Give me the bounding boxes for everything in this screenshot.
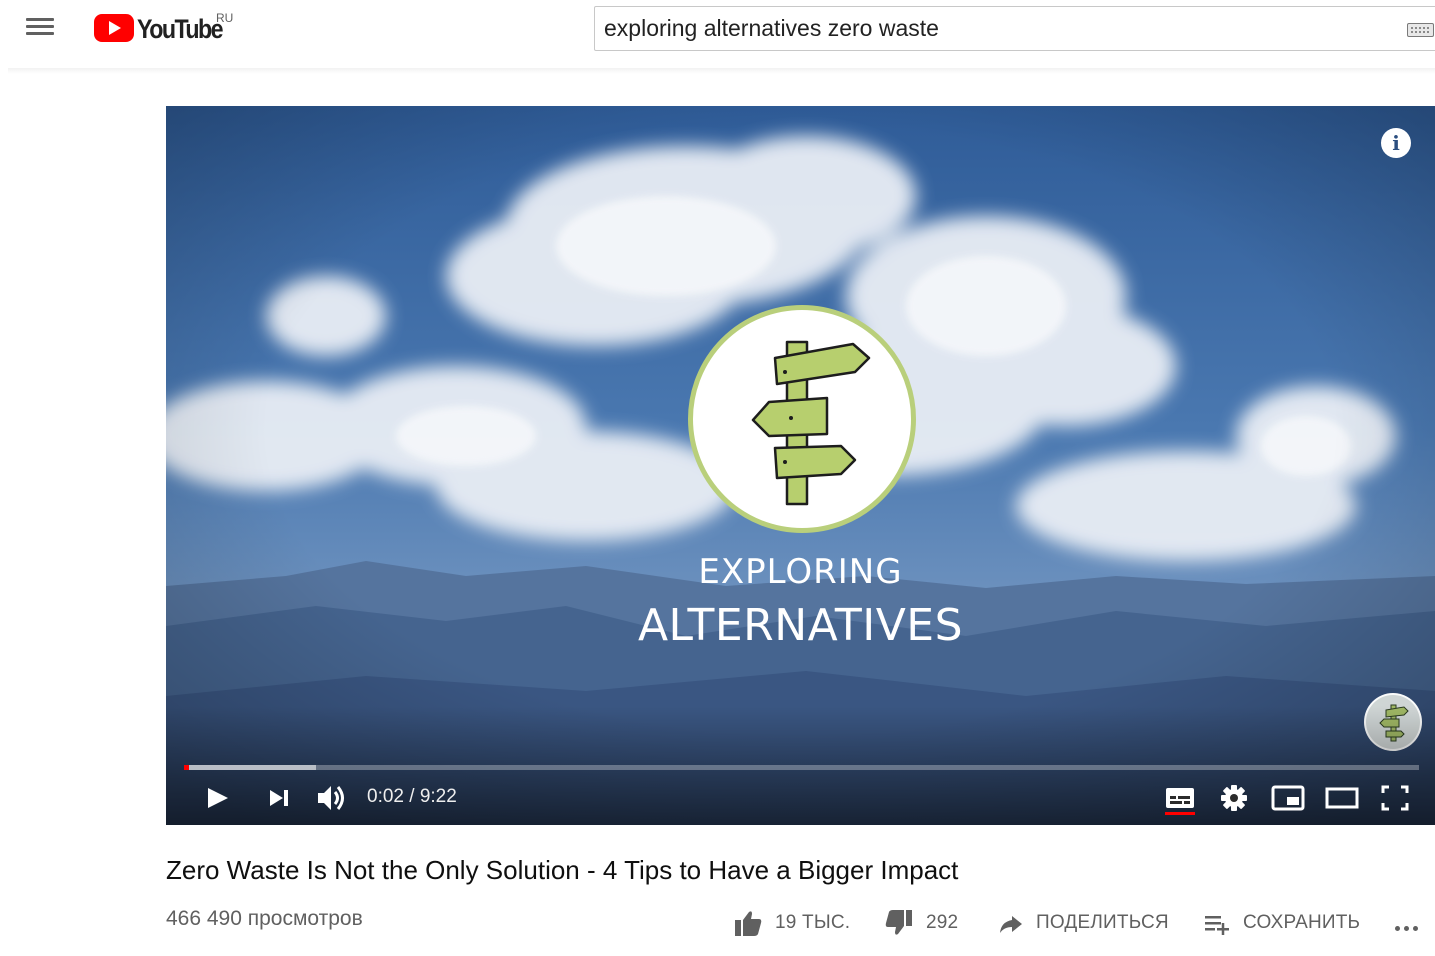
youtube-logo-icon: [94, 14, 134, 42]
subtitles-button[interactable]: [1164, 780, 1196, 816]
thumbs-down-icon: [885, 910, 912, 935]
share-label: ПОДЕЛИТЬСЯ: [1036, 912, 1169, 933]
masthead-divider: [8, 68, 1435, 74]
video-player[interactable]: i EXPLORING ALTERNATIVES 0:02 / 9:22: [166, 106, 1435, 825]
volume-button[interactable]: [314, 780, 350, 816]
like-button[interactable]: 19 ТЫС.: [733, 906, 850, 940]
subtitles-icon: [1166, 788, 1194, 808]
save-label: СОХРАНИТЬ: [1243, 912, 1361, 933]
search-box: [594, 6, 1435, 51]
miniplayer-button[interactable]: [1270, 780, 1306, 816]
playlist-add-icon: [1205, 916, 1229, 935]
youtube-logo[interactable]: YouTube: [94, 13, 236, 45]
video-title: Zero Waste Is Not the Only Solution - 4 …: [166, 855, 959, 885]
play-icon: [208, 788, 228, 808]
volume-icon: [318, 786, 344, 810]
masthead: YouTube RU: [0, 0, 1435, 70]
thumbs-up-icon: [735, 911, 762, 936]
channel-logo: [688, 305, 916, 533]
theater-mode-icon: [1325, 787, 1359, 809]
settings-button[interactable]: [1218, 780, 1250, 816]
overlay-title-line1: EXPLORING: [698, 552, 903, 592]
view-count: 466 490 просмотров: [166, 907, 363, 930]
dislike-count: 292: [926, 912, 959, 933]
progress-buffered: [184, 765, 317, 770]
progress-played: [184, 765, 189, 770]
share-button[interactable]: ПОДЕЛИТЬСЯ: [998, 906, 1169, 940]
more-actions-icon[interactable]: [1395, 918, 1429, 936]
keyboard-icon[interactable]: [1407, 23, 1434, 37]
miniplayer-icon: [1271, 785, 1305, 811]
region-label: RU: [216, 11, 234, 25]
save-button[interactable]: СОХРАНИТЬ: [1203, 906, 1360, 940]
logo-text: YouTube: [137, 14, 224, 44]
progress-bar[interactable]: [184, 765, 1419, 770]
settings-icon: [1221, 785, 1247, 811]
dislike-button[interactable]: 292: [884, 906, 958, 940]
play-button[interactable]: [202, 780, 232, 816]
theater-mode-button[interactable]: [1324, 780, 1360, 816]
menu-icon[interactable]: [24, 14, 56, 44]
info-icon[interactable]: i: [1381, 128, 1411, 158]
fullscreen-button[interactable]: [1378, 780, 1412, 816]
signpost-icon: [751, 340, 871, 506]
share-icon: [1000, 916, 1022, 933]
like-count: 19 ТЫС.: [775, 912, 851, 933]
next-icon: [270, 790, 288, 806]
subtitles-active-indicator: [1165, 812, 1195, 815]
search-input[interactable]: [604, 7, 1384, 50]
fullscreen-icon: [1381, 785, 1409, 811]
overlay-title-line2: ALTERNATIVES: [637, 600, 964, 651]
next-button[interactable]: [264, 780, 294, 816]
time-display: 0:02 / 9:22: [367, 786, 457, 807]
